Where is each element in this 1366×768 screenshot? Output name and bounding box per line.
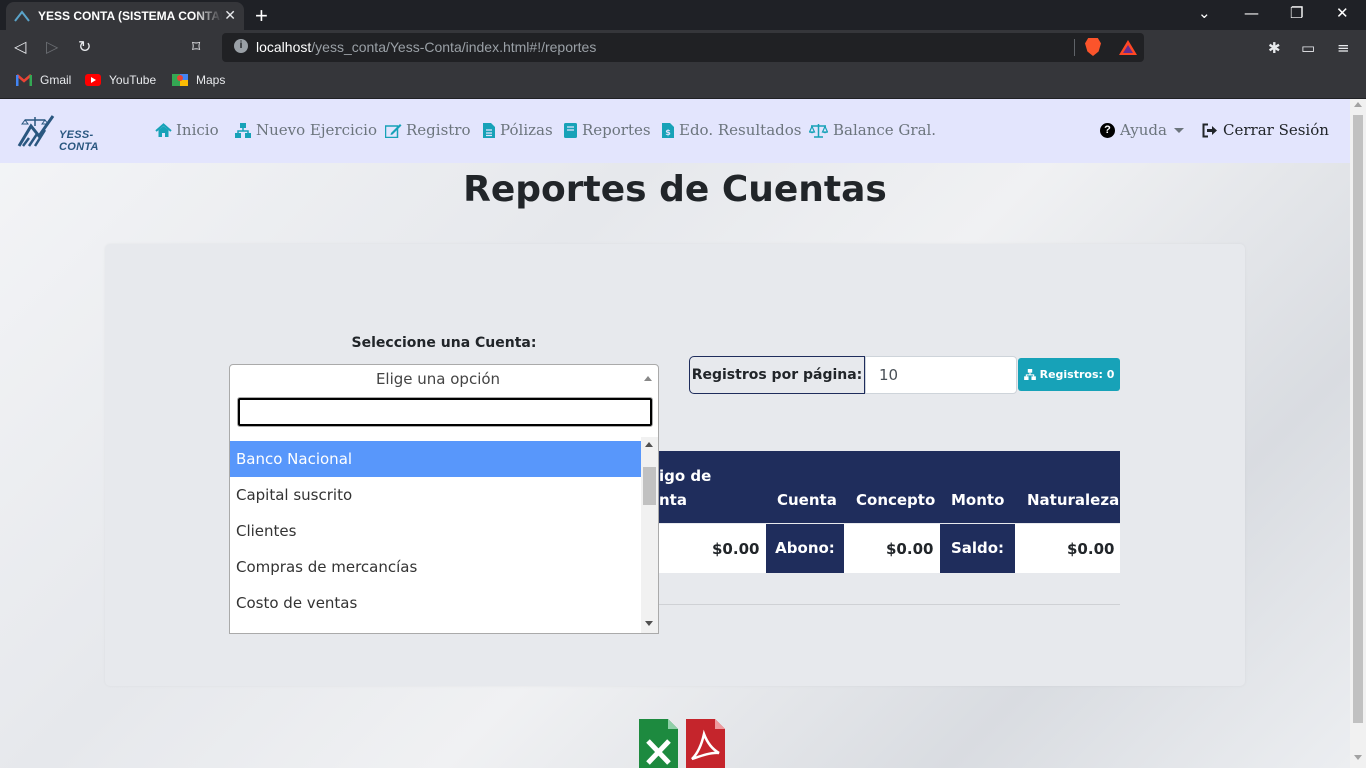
report-card: Seleccione una Cuenta: Elige una opción … [105,244,1245,686]
app-navbar: YESS-CONTA Inicio Nuevo Ejercicio Regist… [0,99,1350,163]
page-title: Reportes de Cuentas [463,169,887,210]
minimize-icon[interactable]: — [1244,4,1259,22]
bookmark-youtube[interactable]: YouTube [85,73,156,87]
caret-down-icon [1173,127,1184,133]
sitemap-icon [1023,369,1036,380]
scroll-down-icon[interactable] [645,621,653,626]
column-header-concepto: Concepto [856,491,936,509]
column-header-codigo-line1: igo de [659,467,712,485]
account-options-list: Banco Nacional Capital suscrito Clientes… [230,441,641,633]
column-header-monto: Monto [951,491,1005,509]
file-invoice-icon: $ [662,122,674,138]
account-option[interactable]: Banco Nacional [230,441,641,477]
gmail-icon [16,74,32,86]
restore-icon[interactable]: ❐ [1290,4,1303,22]
account-option[interactable]: Capital suscrito [230,477,641,513]
brand-logo[interactable]: YESS-CONTA [17,114,131,153]
nav-registro[interactable]: Registro [385,121,471,139]
scroll-up-icon[interactable] [1354,102,1362,107]
nav-edo-resultados[interactable]: $ Edo. Resultados [662,121,801,139]
edit-icon [385,123,402,138]
totals-row: $0.00 Abono: $0.00 Saldo: $0.00 [659,524,1120,573]
brave-shields-icon[interactable] [1085,38,1101,56]
close-tab-icon[interactable]: ✕ [224,8,236,24]
excel-icon[interactable] [639,719,678,768]
forward-icon[interactable]: ▷ [46,37,58,56]
question-circle-icon: ? [1100,122,1115,138]
favicon-icon [14,10,30,22]
back-icon[interactable]: ◁ [14,37,26,56]
bookmark-icon[interactable]: ⌑ [192,37,200,56]
cargo-total: $0.00 [712,540,760,558]
brave-rewards-icon[interactable] [1119,40,1137,55]
browser-tab[interactable]: YESS CONTA (SISTEMA CONTABLE) ✕ [6,2,244,30]
sign-out-icon [1202,123,1218,138]
table-header: igo de nta Cuenta Concepto Monto Natural… [659,451,1120,523]
logo-icon [17,115,55,147]
browser-tabbar: YESS CONTA (SISTEMA CONTABLE) ✕ + ⌄ — ❐ … [0,0,1366,30]
nav-balance-gral[interactable]: Balance Gral. [809,121,936,139]
abono-label: Abono: [766,524,844,573]
account-select[interactable]: Elige una opción [229,364,659,393]
scroll-down-icon[interactable] [1354,755,1362,760]
address-bar[interactable]: i localhost/yess_conta/Yess-Conta/index.… [222,33,1144,62]
bookmark-gmail[interactable]: Gmail [16,73,71,87]
maps-icon [172,74,188,86]
extensions-icon[interactable]: ✱ [1268,39,1281,57]
column-header-cuenta: Cuenta [777,491,837,509]
page-scrollbar[interactable] [1350,99,1366,768]
reload-icon[interactable]: ↻ [78,37,91,56]
home-icon [155,122,172,138]
nav-reportes[interactable]: Reportes [564,121,651,139]
nav-nuevo-ejercicio[interactable]: Nuevo Ejercicio [235,121,377,139]
account-select-label: Seleccione una Cuenta: [351,335,537,351]
scroll-thumb[interactable] [643,467,656,505]
account-option[interactable]: Costo de ventas [230,585,641,621]
saldo-total: $0.00 [1067,540,1115,558]
browser-toolbar: ◁ ▷ ↻ ⌑ i localhost/yess_conta/Yess-Cont… [0,30,1366,66]
balance-scale-icon [809,123,828,138]
records-per-page-label: Registros por página: [689,356,865,394]
nav-inicio[interactable]: Inicio [155,121,219,139]
nav-polizas[interactable]: Pólizas [483,121,553,139]
logout-link[interactable]: Cerrar Sesión [1202,121,1329,139]
youtube-icon [85,74,101,86]
saldo-label: Saldo: [940,524,1015,573]
account-dropdown: Banco Nacional Capital suscrito Clientes… [229,392,659,634]
new-tab-button[interactable]: + [255,3,268,29]
column-header-codigo-line2: nta [659,491,687,509]
file-icon [483,122,495,138]
pdf-icon[interactable] [686,719,725,768]
svg-text:$: $ [665,128,671,137]
dropdown-scrollbar[interactable] [641,437,658,633]
page-content: YESS-CONTA Inicio Nuevo Ejercicio Regist… [0,99,1350,768]
account-search-input[interactable] [237,397,653,427]
scroll-up-icon[interactable] [645,442,653,447]
close-window-icon[interactable]: ✕ [1336,4,1349,22]
omnibox-divider [1074,39,1075,56]
account-option[interactable]: Clientes [230,513,641,549]
caret-up-icon [644,376,652,381]
page-scroll-thumb[interactable] [1353,115,1363,723]
tab-search-icon[interactable]: ⌄ [1198,4,1211,22]
book-icon [564,122,577,138]
records-per-page-input[interactable] [865,356,1017,394]
account-option[interactable]: Compras de mercancías [230,549,641,585]
bookmarks-bar: Gmail YouTube Maps [0,66,1366,99]
column-header-naturaleza: Naturaleza [1027,491,1120,509]
tab-title: YESS CONTA (SISTEMA CONTABLE) [38,9,222,23]
url-text: localhost/yess_conta/Yess-Conta/index.ht… [256,39,597,55]
wallet-icon[interactable]: ▭ [1301,39,1315,57]
records-count-button[interactable]: Registros: 0 [1018,358,1120,391]
abono-total: $0.00 [886,540,934,558]
bookmark-maps[interactable]: Maps [172,73,225,87]
divider [659,604,1120,605]
help-dropdown[interactable]: ? Ayuda [1100,121,1184,139]
menu-icon[interactable]: ≡ [1337,39,1350,57]
sitemap-icon [235,122,251,138]
site-info-icon[interactable]: i [234,39,248,53]
